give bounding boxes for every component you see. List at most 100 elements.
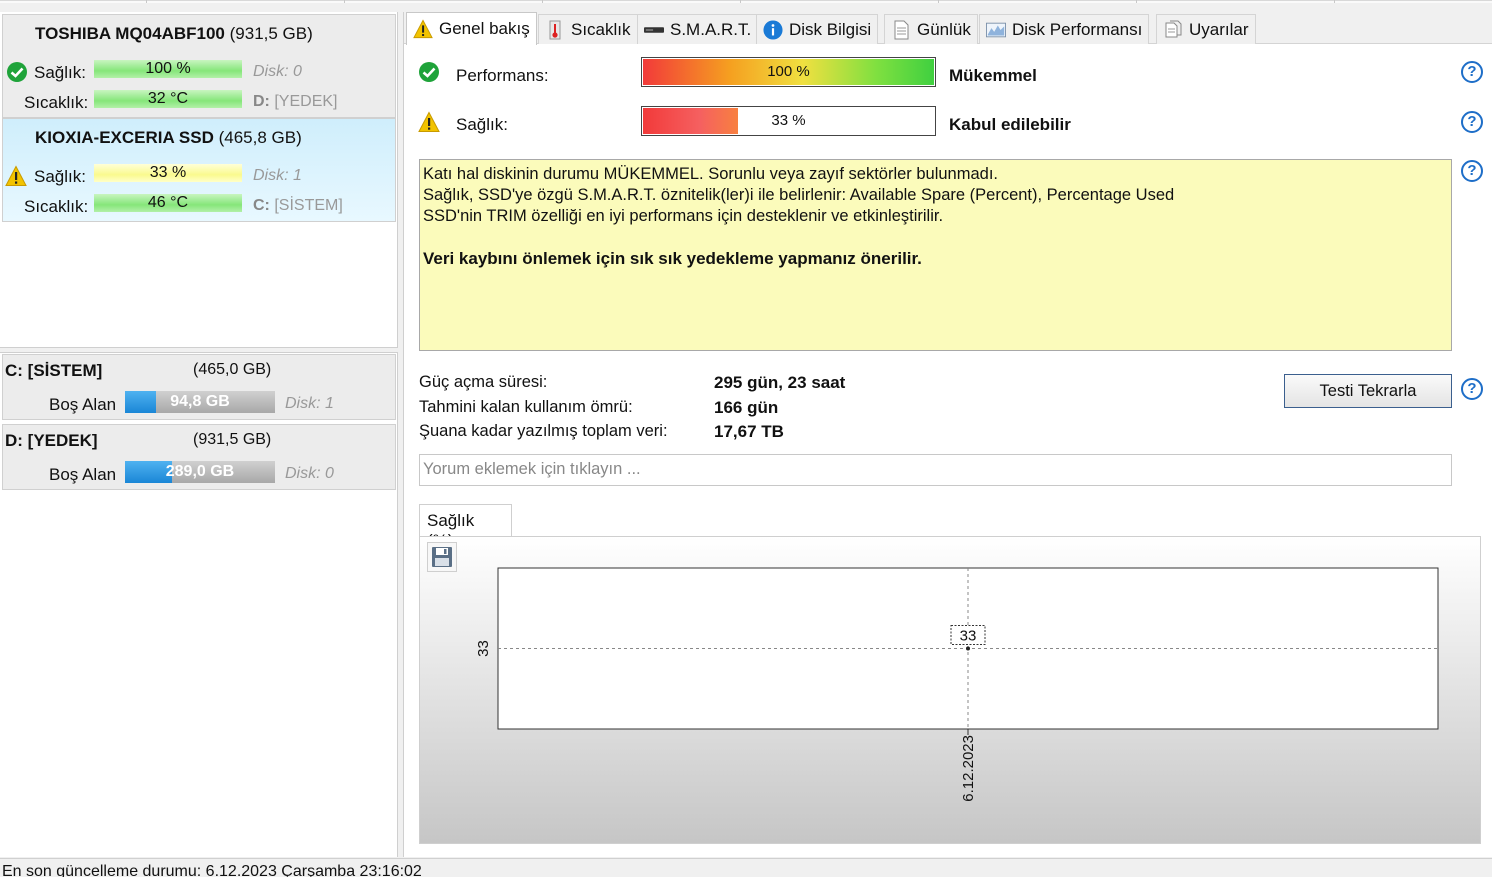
free-space-label: Boş Alan xyxy=(49,395,117,414)
document-icon xyxy=(894,20,909,39)
tab-label: Günlük xyxy=(917,19,971,39)
temperature-bar: 32 °C xyxy=(94,90,242,108)
disk-name: KIOXIA-EXCERIA SSD xyxy=(35,128,214,147)
chart-canvas: 33 33 6.12.2023 xyxy=(475,567,1439,802)
health-value: 100 % xyxy=(145,60,191,77)
thermometer-icon xyxy=(549,20,561,39)
tab-bar: Genel bakış Sıcaklık S.M.A.R.T. Disk Bil… xyxy=(404,12,1492,45)
temperature-label: Sıcaklık: xyxy=(24,197,89,216)
partition-letter: C: xyxy=(253,197,270,214)
disk-number: Disk: 1 xyxy=(285,395,334,412)
tab-disk-info[interactable]: Disk Bilgisi xyxy=(756,14,879,44)
partition-size: (931,5 GB) xyxy=(193,431,272,448)
top-border xyxy=(0,0,1492,3)
total-written-label: Şuana kadar yazılmış toplam veri: xyxy=(419,422,668,440)
partition-name: [SİSTEM] xyxy=(274,197,343,214)
warning-icon xyxy=(413,19,433,39)
tab-label: S.M.A.R.T. xyxy=(670,19,752,39)
partition-card-c[interactable]: C: [SİSTEM] (465,0 GB) Boş Alan 94,8 GB … xyxy=(2,354,396,420)
check-circle-icon xyxy=(7,62,27,82)
tab-log[interactable]: Günlük xyxy=(884,14,978,44)
partition-letter: D: xyxy=(253,93,270,110)
tab-disk-performance[interactable]: Disk Performansı xyxy=(979,14,1150,44)
message-line: Katı hal diskinin durumu MÜKEMMEL. Sorun… xyxy=(423,165,999,183)
disk-size: (931,5 GB) xyxy=(229,24,313,43)
health-bar: 100 % xyxy=(94,60,242,78)
partition-name: C: [SİSTEM] xyxy=(5,361,103,380)
info-icon xyxy=(763,19,783,40)
tab-label: Genel bakış xyxy=(439,19,530,38)
health-bar: 33 % xyxy=(641,106,936,136)
partition-ref: D: [YEDEK] xyxy=(253,93,337,111)
disk-title: KIOXIA-EXCERIA SSD (465,8 GB) xyxy=(35,128,302,148)
temperature-value: 46 °C xyxy=(147,194,189,211)
health-bar: 33 % xyxy=(94,164,242,182)
performance-label: Performans: xyxy=(456,66,549,85)
help-icon[interactable]: ? xyxy=(1461,378,1483,400)
free-space-bar: 94,8 GB xyxy=(125,391,275,413)
disk-number: Disk: 1 xyxy=(253,167,302,184)
retest-button[interactable]: Testi Tekrarla xyxy=(1284,374,1452,408)
partition-ref: C: [SİSTEM] xyxy=(253,197,343,215)
data-label: 33 xyxy=(960,628,977,645)
health-label: Sağlık: xyxy=(34,167,86,186)
performance-value: 100 % xyxy=(767,63,810,80)
temperature-bar: 46 °C xyxy=(94,194,242,212)
performance-bar: 100 % xyxy=(641,57,936,87)
comment-input[interactable]: Yorum eklemek için tıklayın ... xyxy=(419,454,1452,486)
tab-label: Sıcaklık xyxy=(571,19,631,39)
disk-list-panel: TOSHIBA MQ04ABF100 (931,5 GB) Sağlık: 10… xyxy=(0,12,398,857)
power-on-value: 295 gün, 23 saat xyxy=(714,373,846,392)
health-label: Sağlık: xyxy=(456,115,508,134)
health-label: Sağlık: xyxy=(34,63,86,82)
alerts-icon xyxy=(1165,20,1182,37)
free-space-value: 94,8 GB xyxy=(170,393,230,410)
drive-icon xyxy=(644,26,664,33)
help-icon[interactable]: ? xyxy=(1461,111,1483,133)
health-chart: 33 33 6.12.2023 xyxy=(419,536,1481,844)
tab-smart[interactable]: S.M.A.R.T. xyxy=(637,14,759,44)
disk-size: (465,8 GB) xyxy=(218,128,302,147)
health-verdict: Kabul edilebilir xyxy=(949,115,1071,134)
tab-temperature[interactable]: Sıcaklık xyxy=(538,14,638,44)
free-space-value: 289,0 GB xyxy=(165,463,235,480)
warning-icon xyxy=(5,165,27,186)
disk-card-kioxia[interactable]: KIOXIA-EXCERIA SSD (465,8 GB) Sağlık: 33… xyxy=(2,118,396,222)
free-space-label: Boş Alan xyxy=(49,465,117,484)
tab-label: Uyarılar xyxy=(1189,19,1249,39)
performance-verdict: Mükemmel xyxy=(949,66,1037,85)
performance-chart-icon xyxy=(986,22,1006,37)
disk-title: TOSHIBA MQ04ABF100 (931,5 GB) xyxy=(35,24,313,44)
disk-name: TOSHIBA MQ04ABF100 xyxy=(35,24,225,43)
disk-number: Disk: 0 xyxy=(253,63,302,80)
help-icon[interactable]: ? xyxy=(1461,160,1483,182)
remaining-life-value: 166 gün xyxy=(714,398,779,417)
backup-warning: Veri kaybını önlemek için sık sık yedekl… xyxy=(423,249,922,268)
message-line: Sağlık, SSD'ye özgü S.M.A.R.T. öznitelik… xyxy=(423,186,1175,204)
partition-name: D: [YEDEK] xyxy=(5,431,98,450)
x-tick-label: 6.12.2023 xyxy=(960,735,977,802)
disk-card-toshiba[interactable]: TOSHIBA MQ04ABF100 (931,5 GB) Sağlık: 10… xyxy=(2,14,396,118)
partition-size: (465,0 GB) xyxy=(193,361,272,378)
partition-name: [YEDEK] xyxy=(274,93,338,110)
status-message-box: Katı hal diskinin durumu MÜKEMMEL. Sorun… xyxy=(419,159,1452,351)
tab-label: Disk Bilgisi xyxy=(789,19,872,39)
tab-health-chart[interactable]: Sağlık (%) xyxy=(419,504,512,550)
details-panel: Genel bakış Sıcaklık S.M.A.R.T. Disk Bil… xyxy=(403,12,1492,857)
partition-card-d[interactable]: D: [YEDEK] (931,5 GB) Boş Alan 289,0 GB … xyxy=(2,424,396,490)
warning-icon xyxy=(418,111,440,132)
total-written-value: 17,67 TB xyxy=(714,422,784,441)
tab-alerts[interactable]: Uyarılar xyxy=(1156,14,1256,44)
temperature-label: Sıcaklık: xyxy=(24,93,89,112)
health-value: 33 % xyxy=(771,112,806,129)
status-bar: En son güncelleme durumu: 6.12.2023 Çarş… xyxy=(0,858,1492,877)
data-point xyxy=(966,646,970,651)
remaining-life-label: Tahmini kalan kullanım ömrü: xyxy=(419,398,633,416)
tab-label: Disk Performansı xyxy=(1012,19,1143,39)
help-icon[interactable]: ? xyxy=(1461,61,1483,83)
y-tick-label: 33 xyxy=(475,640,492,657)
tab-overview[interactable]: Genel bakış xyxy=(406,12,537,45)
check-circle-icon xyxy=(419,62,439,82)
panel-divider[interactable] xyxy=(0,347,398,353)
message-line: SSD'nin TRIM özelliği en iyi performans … xyxy=(423,207,944,225)
